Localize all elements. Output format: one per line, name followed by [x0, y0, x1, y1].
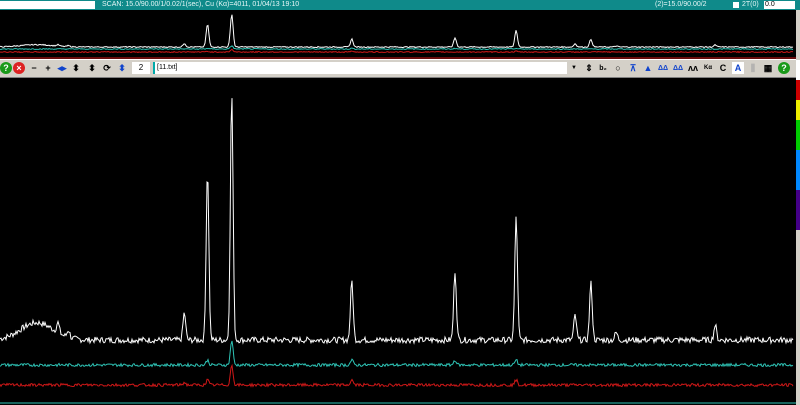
compress-vertical-icon[interactable]: ⬍ — [86, 62, 98, 74]
peak-label-icon[interactable]: b₂ — [597, 62, 609, 74]
expand-horizontal-icon[interactable]: ◂▸ — [56, 62, 68, 74]
minus-icon[interactable]: − — [28, 62, 40, 74]
overlay-icon[interactable]: ΔΔ — [672, 62, 684, 74]
calibrate-icon[interactable]: C — [717, 62, 729, 74]
help-icon[interactable]: ? — [0, 62, 12, 74]
bar-icon[interactable]: ⫼ — [747, 62, 759, 74]
grid-icon[interactable]: ▦ — [762, 62, 774, 74]
peak-search-icon[interactable]: ⊼ — [627, 62, 639, 74]
overview-pattern-white-line — [0, 14, 794, 49]
spin-icon[interactable]: ⇕ — [583, 62, 595, 74]
file-select[interactable]: [11.txt] — [153, 62, 567, 74]
main-pattern-red-line — [0, 363, 794, 388]
auto-scale-icon[interactable]: A — [732, 62, 744, 74]
scale-icon[interactable]: ⬍ — [116, 62, 128, 74]
param-label: 2T(0) — [742, 1, 759, 8]
expand-vertical-icon[interactable]: ⬍ — [70, 62, 82, 74]
fill-icon[interactable]: ▲ — [642, 62, 654, 74]
main-pattern-teal-line — [0, 340, 794, 368]
smooth-icon[interactable]: ʌʌ — [687, 62, 699, 74]
compare-icon[interactable]: ΔΔ — [657, 62, 669, 74]
help-icon[interactable]: ? — [778, 62, 790, 74]
range-info: (2)=15.0/90.00/2 — [655, 1, 707, 8]
color-palette-strip[interactable] — [796, 10, 800, 405]
plus-icon[interactable]: + — [42, 62, 54, 74]
zoom-value-input[interactable]: 2 — [132, 62, 150, 74]
scan-info: SCAN: 15.0/90.00/1/0.02/1(sec), Cu (Kα)=… — [102, 1, 300, 8]
pattern-select[interactable] — [0, 1, 95, 9]
zoom-icon[interactable]: ○ — [612, 62, 624, 74]
param-checkbox[interactable] — [733, 2, 739, 8]
ka2-icon[interactable]: Kα — [702, 62, 714, 74]
chevron-down-icon[interactable]: ▼ — [569, 63, 579, 73]
toolbar: ? × − + ◂▸ ⬍ ⬍ ⟳ ⬍ 2 [11.txt] ▼ ⇕ b₂ ○ ⊼… — [0, 59, 796, 78]
main-pattern-white-line — [0, 98, 794, 345]
title-bar: SCAN: 15.0/90.00/1/0.02/1(sec), Cu (Kα)=… — [0, 0, 800, 10]
refresh-icon[interactable]: ⟳ — [101, 62, 113, 74]
close-icon[interactable]: × — [13, 62, 25, 74]
param-input[interactable]: 0.0 — [764, 1, 795, 9]
